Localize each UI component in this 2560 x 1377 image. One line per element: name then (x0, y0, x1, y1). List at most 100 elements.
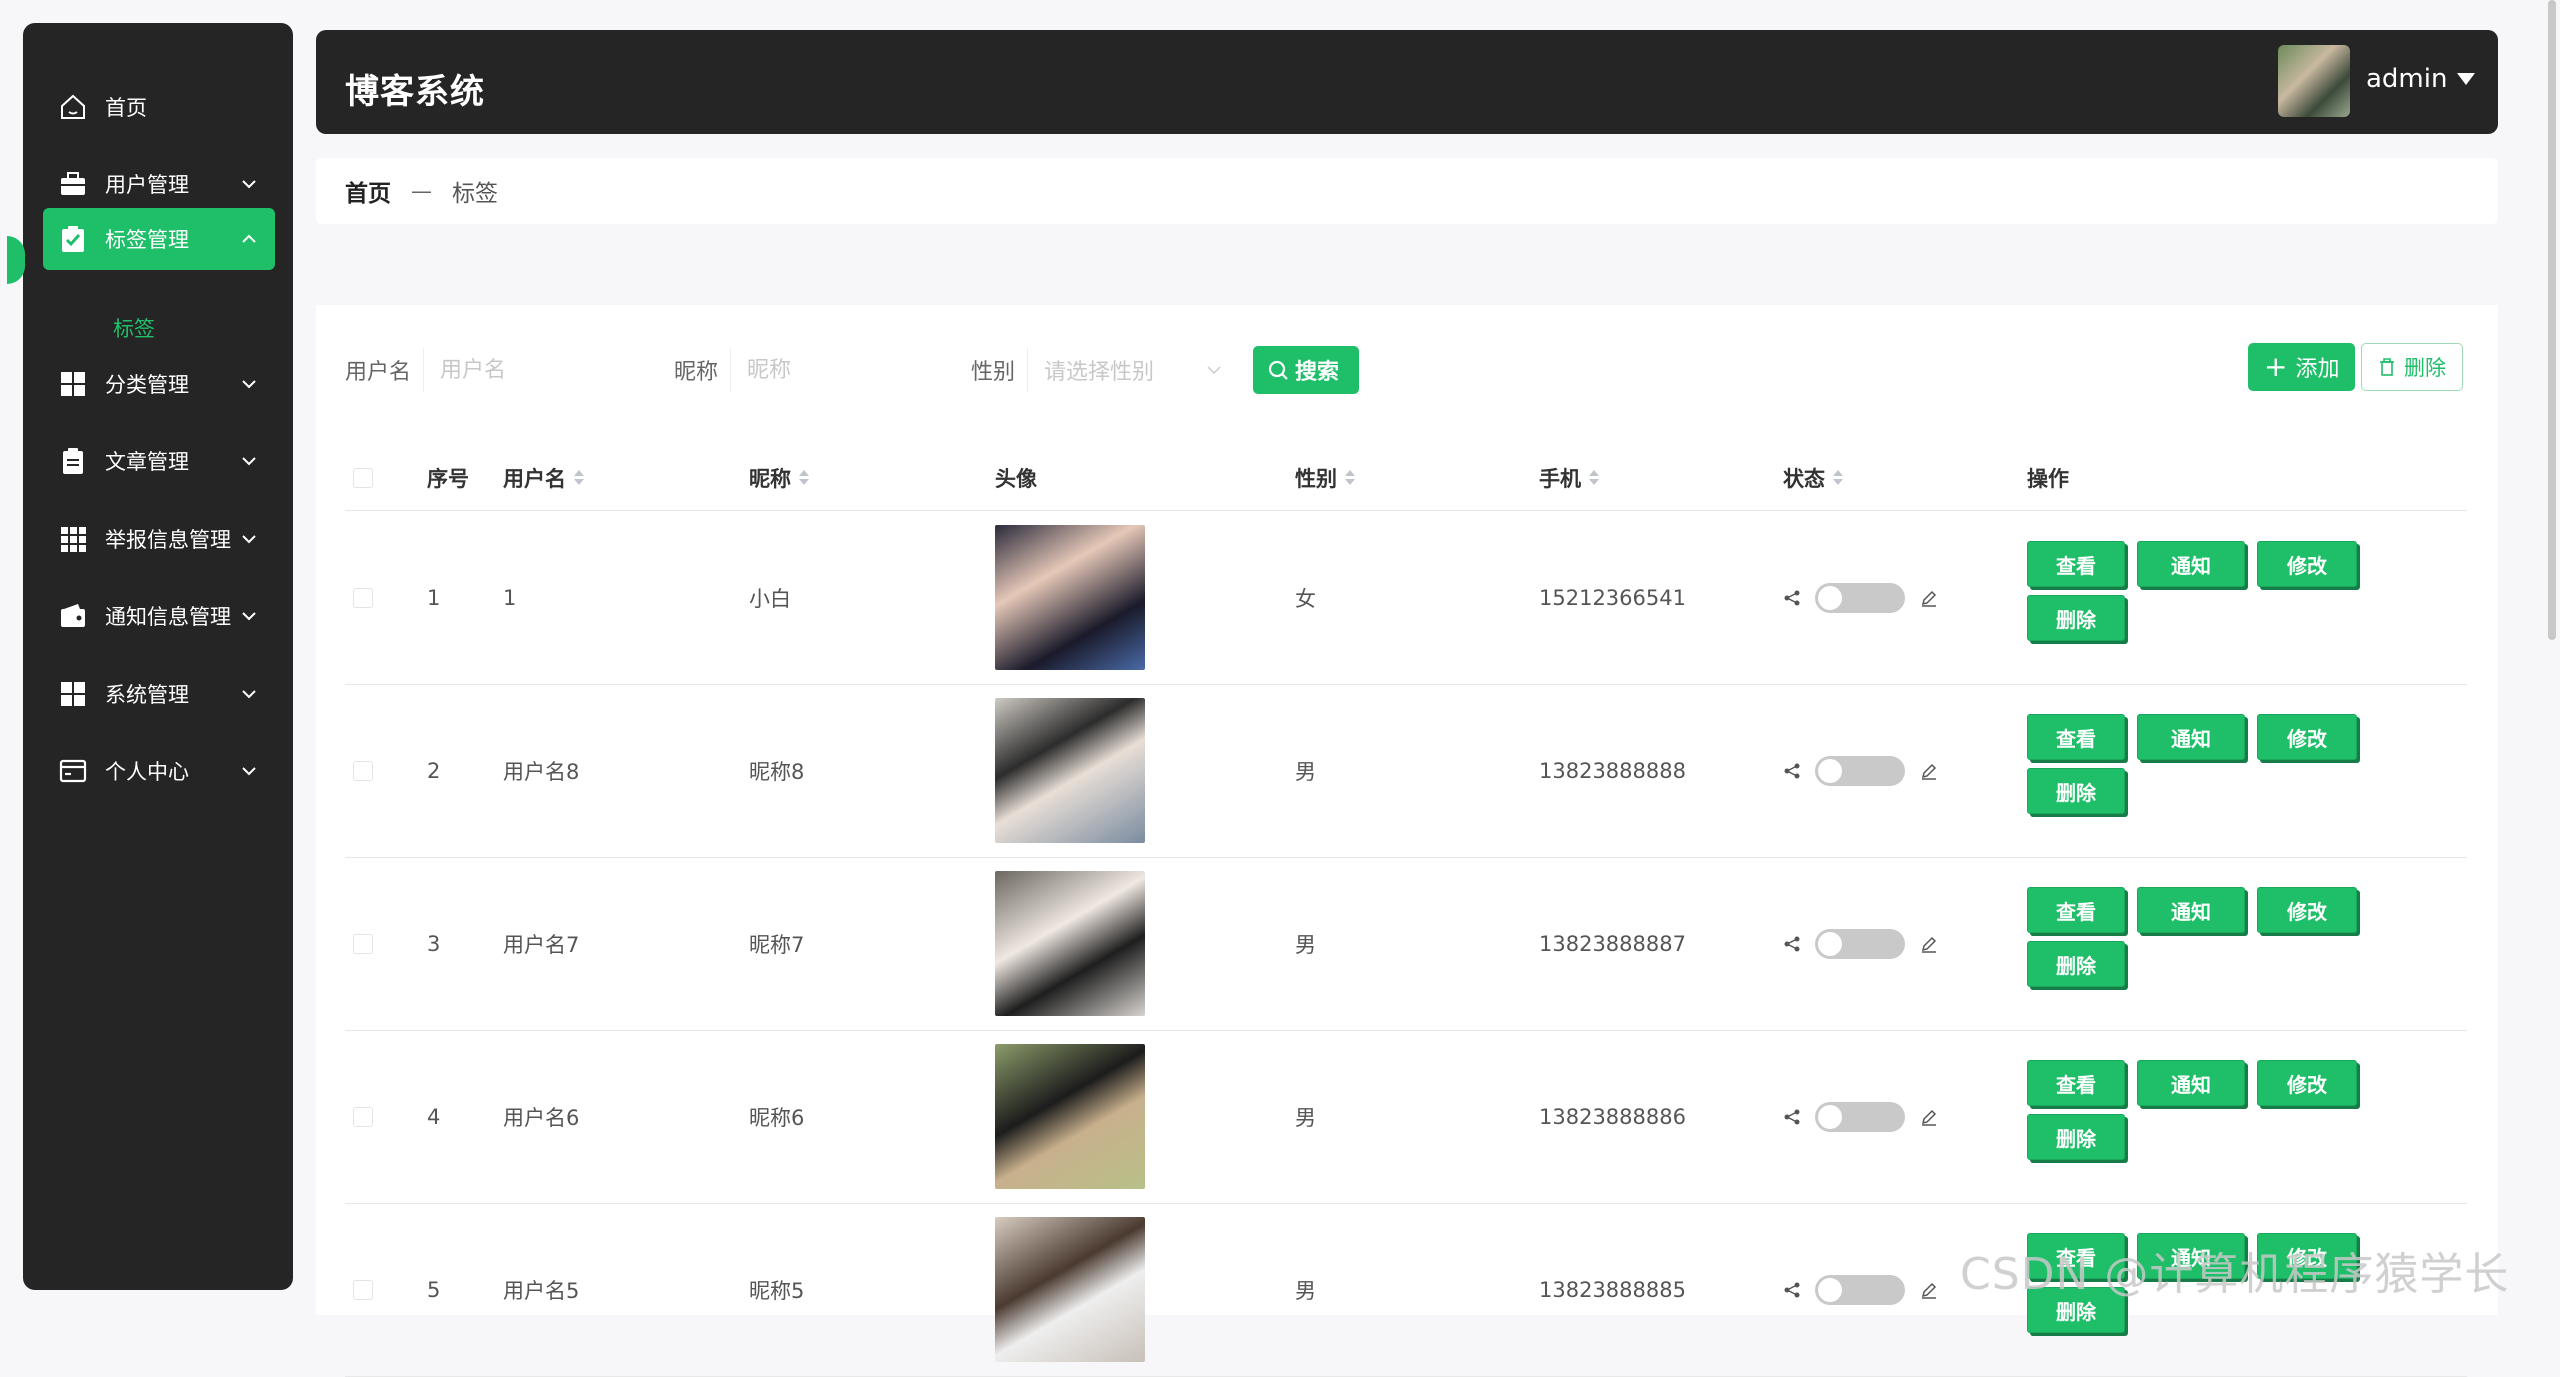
sidebar-item-reports[interactable]: 举报信息管理 (43, 508, 275, 570)
cell-avatar (995, 511, 1145, 684)
trash-icon (2380, 358, 2394, 376)
sort-icon[interactable] (799, 470, 809, 485)
edit-icon[interactable] (1919, 588, 1939, 608)
search-button[interactable]: 搜索 (1253, 346, 1360, 394)
edit-icon[interactable] (1919, 1280, 1939, 1300)
share-icon[interactable] (1783, 1281, 1801, 1299)
edit-button[interactable]: 修改 (2257, 714, 2357, 760)
sidebar-item-notices[interactable]: 通知信息管理 (43, 585, 275, 647)
avatar-photo[interactable] (995, 525, 1145, 670)
sidebar-subitem-tags[interactable]: 标签 (113, 313, 155, 343)
chevron-down-icon (237, 449, 261, 473)
gender-select[interactable]: 请选择性别 (1027, 348, 1237, 392)
username-input[interactable] (423, 348, 657, 392)
sidebar-item-profile[interactable]: 个人中心 (43, 740, 275, 802)
home-icon (57, 91, 89, 123)
sidebar-item-label: 举报信息管理 (105, 528, 231, 552)
col-gender[interactable]: 性别 (1295, 445, 1355, 510)
cell-username: 用户名5 (503, 1278, 580, 1303)
row-checkbox[interactable] (353, 760, 373, 781)
sidebar-item-users[interactable]: 用户管理 (43, 153, 275, 215)
row-checkbox[interactable] (353, 1106, 373, 1127)
notify-button[interactable]: 通知 (2137, 887, 2245, 933)
avatar-photo[interactable] (995, 1217, 1145, 1362)
row-checkbox[interactable] (353, 587, 373, 608)
edit-button[interactable]: 修改 (2257, 887, 2357, 933)
edit-icon[interactable] (1919, 934, 1939, 954)
edit-button[interactable]: 修改 (2257, 541, 2357, 587)
table-header: 序号 用户名 昵称 头像 性别 手机 状态 操作 (345, 445, 2467, 511)
row-checkbox[interactable] (353, 933, 373, 954)
notify-button[interactable]: 通知 (2137, 541, 2245, 587)
select-all-checkbox[interactable] (353, 467, 373, 488)
view-button[interactable]: 查看 (2027, 1060, 2125, 1106)
view-button[interactable]: 查看 (2027, 541, 2125, 587)
avatar-photo[interactable] (995, 1044, 1145, 1189)
bulk-delete-button[interactable]: 删除 (2361, 343, 2463, 391)
app-title: 博客系统 (345, 72, 485, 112)
edit-button[interactable]: 修改 (2257, 1060, 2357, 1106)
sidebar-item-label: 首页 (105, 96, 147, 120)
sidebar-item-tags[interactable]: 标签管理 (43, 208, 275, 270)
clipboard-check-icon (57, 223, 89, 255)
col-no: 序号 (427, 445, 469, 510)
chevron-down-icon (237, 372, 261, 396)
notify-button[interactable]: 通知 (2137, 714, 2245, 760)
table-row: 2 用户名8 昵称8 男 13823888888 查看 通知 修改 删除 (345, 684, 2467, 858)
status-toggle[interactable] (1815, 755, 1905, 786)
apps-icon (57, 523, 89, 555)
share-icon[interactable] (1783, 762, 1801, 780)
edit-icon[interactable] (1919, 761, 1939, 781)
avatar-photo[interactable] (995, 698, 1145, 843)
header-label: 昵称 (749, 466, 791, 491)
delete-button[interactable]: 删除 (2027, 941, 2125, 987)
sort-icon[interactable] (574, 470, 584, 485)
edit-icon[interactable] (1919, 1107, 1939, 1127)
chevron-down-icon (237, 759, 261, 783)
sort-icon[interactable] (1345, 470, 1355, 485)
avatar-photo[interactable] (995, 871, 1145, 1016)
col-status[interactable]: 状态 (1783, 445, 1843, 510)
cell-no: 5 (427, 1277, 441, 1302)
sidebar-item-home[interactable]: 首页 (43, 76, 275, 138)
share-icon[interactable] (1783, 1108, 1801, 1126)
cell-username: 1 (503, 585, 517, 610)
delete-button[interactable]: 删除 (2027, 1114, 2125, 1160)
sidebar-item-categories[interactable]: 分类管理 (43, 353, 275, 415)
select-all-cell (353, 445, 373, 510)
sidebar-item-articles[interactable]: 文章管理 (43, 430, 275, 492)
sidebar-item-system[interactable]: 系统管理 (43, 663, 275, 725)
view-button[interactable]: 查看 (2027, 887, 2125, 933)
user-menu[interactable]: admin (2366, 64, 2476, 94)
sort-icon[interactable] (1589, 470, 1599, 485)
share-icon[interactable] (1783, 935, 1801, 953)
share-icon[interactable] (1783, 589, 1801, 607)
cell-gender: 男 (1295, 1278, 1316, 1303)
add-button[interactable]: + 添加 (2248, 343, 2356, 391)
row-checkbox[interactable] (353, 1279, 373, 1300)
notify-button[interactable]: 通知 (2137, 1060, 2245, 1106)
col-nickname[interactable]: 昵称 (749, 445, 809, 510)
username-label: admin (2366, 64, 2448, 94)
cell-phone: 13823888888 (1539, 758, 1686, 783)
status-toggle[interactable] (1815, 582, 1905, 613)
status-toggle[interactable] (1815, 1101, 1905, 1132)
row-actions: 查看 通知 修改删除 (2027, 1060, 2367, 1160)
sort-icon[interactable] (1833, 470, 1843, 485)
header-label: 头像 (995, 466, 1037, 491)
delete-button[interactable]: 删除 (2027, 595, 2125, 641)
gender-placeholder: 请选择性别 (1044, 360, 1155, 385)
grid-icon (57, 368, 89, 400)
breadcrumb-home[interactable]: 首页 (345, 174, 391, 208)
row-select-cell (353, 511, 373, 684)
col-phone[interactable]: 手机 (1539, 445, 1599, 510)
view-button[interactable]: 查看 (2027, 714, 2125, 760)
nickname-input[interactable] (730, 348, 954, 392)
scrollbar[interactable] (2548, 0, 2556, 640)
delete-button[interactable]: 删除 (2027, 768, 2125, 814)
col-username[interactable]: 用户名 (503, 445, 584, 510)
avatar[interactable] (2278, 45, 2350, 117)
status-toggle[interactable] (1815, 1274, 1905, 1305)
sidebar-item-label: 通知信息管理 (105, 605, 231, 629)
status-toggle[interactable] (1815, 928, 1905, 959)
